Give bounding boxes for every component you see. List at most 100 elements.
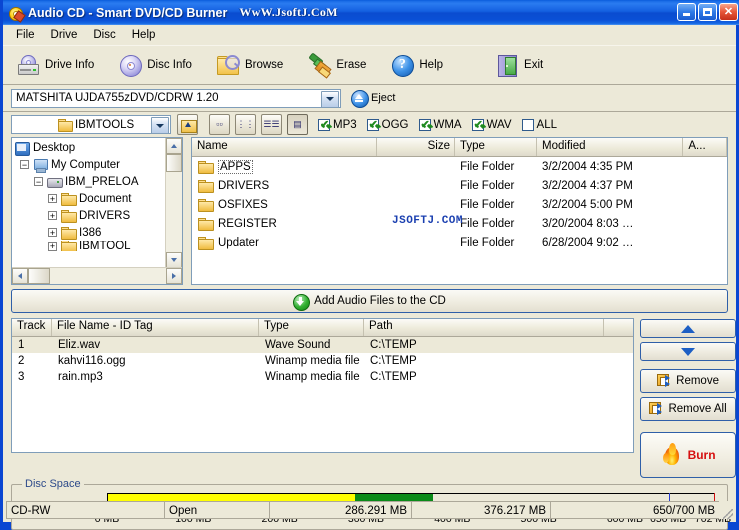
remove-button[interactable]: Remove	[640, 369, 736, 393]
menu-item-help[interactable]: Help	[124, 28, 164, 42]
details-view-button[interactable]: ▤	[287, 114, 308, 135]
expand-toggle[interactable]: +	[48, 211, 57, 220]
scroll-thumb-h[interactable]	[28, 268, 50, 284]
filter-wma[interactable]: ✔ WMA	[418, 118, 462, 131]
minimize-button[interactable]	[677, 3, 696, 21]
file-list[interactable]: Name Size Type Modified A... APPS File F…	[191, 137, 728, 285]
file-list-row[interactable]: APPS File Folder 3/2/2004 4:35 PM	[192, 157, 727, 176]
add-audio-files-button[interactable]: Add Audio Files to the CD	[11, 289, 728, 313]
column-header-type[interactable]: Type	[455, 138, 538, 156]
chevron-down-icon[interactable]	[321, 90, 339, 108]
list-view-button[interactable]: ☰☰	[261, 114, 282, 135]
eject-button[interactable]: Eject	[351, 90, 395, 108]
tree-node-i386[interactable]: + I386	[12, 224, 166, 241]
collapse-toggle[interactable]: −	[34, 177, 43, 186]
status-capacity: 650/700 MB	[550, 501, 719, 519]
collapse-toggle[interactable]: −	[20, 160, 29, 169]
disc-info-button[interactable]: Disc Info	[114, 49, 202, 81]
filter-mp3[interactable]: ✔ MP3	[318, 118, 357, 131]
file-type-cell: File Folder	[460, 236, 515, 249]
file-list-row[interactable]: OSFIXES File Folder 3/2/2004 5:00 PM	[192, 195, 727, 214]
tree-node-i386-label: I386	[79, 226, 102, 239]
column-header-name[interactable]: Name	[192, 138, 377, 156]
exit-button[interactable]: Exit	[491, 49, 553, 81]
column-header-filename[interactable]: File Name - ID Tag	[52, 319, 259, 336]
expand-toggle[interactable]: +	[48, 194, 57, 203]
scroll-right-button[interactable]	[166, 268, 182, 284]
erase-button[interactable]: Erase	[303, 49, 376, 81]
tree-node-drivers[interactable]: + DRIVERS	[12, 207, 166, 224]
browser-area: Desktop − My Computer − IBM_PRELOA + Doc…	[3, 137, 736, 285]
scroll-left-button[interactable]	[12, 268, 28, 284]
scroll-down-button[interactable]	[166, 252, 182, 268]
resize-grip-icon[interactable]	[719, 501, 733, 519]
track-filename-cell: rain.mp3	[58, 371, 103, 383]
column-header-tracktype[interactable]: Type	[259, 319, 364, 336]
checkbox-wav[interactable]: ✔	[471, 118, 484, 131]
file-name-cell: DRIVERS	[192, 179, 377, 193]
remove-all-button[interactable]: Remove All	[640, 397, 736, 421]
tree-node-desktop[interactable]: Desktop	[12, 139, 166, 156]
tree-node-ibmtool[interactable]: + IBMTOOL	[12, 241, 166, 251]
move-down-button[interactable]	[640, 342, 736, 361]
tree-node-drivers-label: DRIVERS	[79, 209, 131, 222]
filter-all[interactable]: ALL	[521, 118, 557, 131]
file-list-row[interactable]: Updater File Folder 6/28/2004 9:02 …	[192, 233, 727, 252]
small-icons-view-button[interactable]: ⋮⋮	[235, 114, 256, 135]
scroll-thumb[interactable]	[166, 154, 182, 172]
move-up-button[interactable]	[640, 319, 736, 338]
help-button[interactable]: ? Help	[386, 49, 453, 81]
filter-ogg[interactable]: ✔ OGG	[366, 118, 409, 131]
menu-item-drive[interactable]: Drive	[43, 28, 86, 42]
browse-button[interactable]: Browse	[212, 49, 293, 81]
checkbox-ogg[interactable]: ✔	[366, 118, 379, 131]
close-button[interactable]: ✕	[719, 3, 738, 21]
folder-icon	[197, 179, 214, 193]
checkbox-all[interactable]	[521, 118, 534, 131]
track-filename-cell: Eliz.wav	[58, 339, 101, 351]
track-row[interactable]: 1 Eliz.wav Wave Sound C:\TEMP	[12, 337, 634, 353]
column-header-attributes[interactable]: A...	[683, 138, 727, 156]
erase-label: Erase	[336, 59, 367, 71]
track-list[interactable]: Track File Name - ID Tag Type Path 1 Eli…	[11, 318, 635, 453]
browse-folder-icon	[216, 53, 240, 77]
tree-horizontal-scrollbar[interactable]	[12, 267, 182, 284]
track-row[interactable]: 2 kahvi116.ogg Winamp media file C:\TEMP	[12, 353, 633, 369]
drive-info-button[interactable]: Drive Info	[12, 49, 104, 81]
menu-item-file[interactable]: File	[8, 28, 43, 42]
filter-wav[interactable]: ✔ WAV	[471, 118, 512, 131]
drive-select[interactable]: MATSHITA UJDA755zDVD/CDRW 1.20	[11, 88, 341, 108]
scroll-up-button[interactable]	[166, 138, 182, 154]
column-header-track[interactable]: Track	[12, 319, 52, 336]
folder-icon	[58, 119, 73, 132]
column-header-modified[interactable]: Modified	[537, 138, 684, 156]
track-path-cell: C:\TEMP	[370, 339, 417, 351]
menu-item-disc[interactable]: Disc	[85, 28, 123, 42]
burn-button[interactable]: Burn	[640, 432, 736, 478]
checkbox-mp3[interactable]: ✔	[318, 118, 330, 131]
file-list-row[interactable]: DRIVERS File Folder 3/2/2004 4:37 PM	[192, 176, 727, 195]
folder-path-select[interactable]: IBMTOOLS	[11, 115, 171, 134]
maximize-button[interactable]	[698, 3, 717, 21]
exit-door-icon	[495, 53, 519, 77]
file-name-cell: REGISTER	[192, 217, 377, 231]
file-list-watermark: JSOFTJ.COM	[392, 215, 464, 227]
folder-icon	[60, 209, 77, 223]
column-header-size[interactable]: Size	[377, 138, 455, 156]
chevron-down-icon[interactable]	[151, 117, 169, 134]
tree-node-document[interactable]: + Document	[12, 190, 166, 207]
large-icons-view-button[interactable]: ▫▫	[209, 114, 230, 135]
tree-node-my-computer[interactable]: − My Computer	[12, 156, 166, 173]
folder-tree[interactable]: Desktop − My Computer − IBM_PRELOA + Doc…	[11, 137, 183, 285]
track-row[interactable]: 3 rain.mp3 Winamp media file C:\TEMP	[12, 369, 633, 385]
track-path-cell: C:\TEMP	[370, 355, 417, 367]
expand-toggle[interactable]: +	[48, 241, 57, 251]
folder-icon	[197, 160, 214, 174]
tree-node-ibm-preload[interactable]: − IBM_PRELOA	[12, 173, 166, 190]
up-one-level-button[interactable]	[177, 114, 198, 135]
expand-toggle[interactable]: +	[48, 228, 57, 237]
column-header-path[interactable]: Path	[364, 319, 604, 336]
tree-vertical-scrollbar[interactable]	[165, 138, 182, 268]
remove-all-icon	[649, 402, 664, 416]
checkbox-wma[interactable]: ✔	[418, 118, 431, 131]
